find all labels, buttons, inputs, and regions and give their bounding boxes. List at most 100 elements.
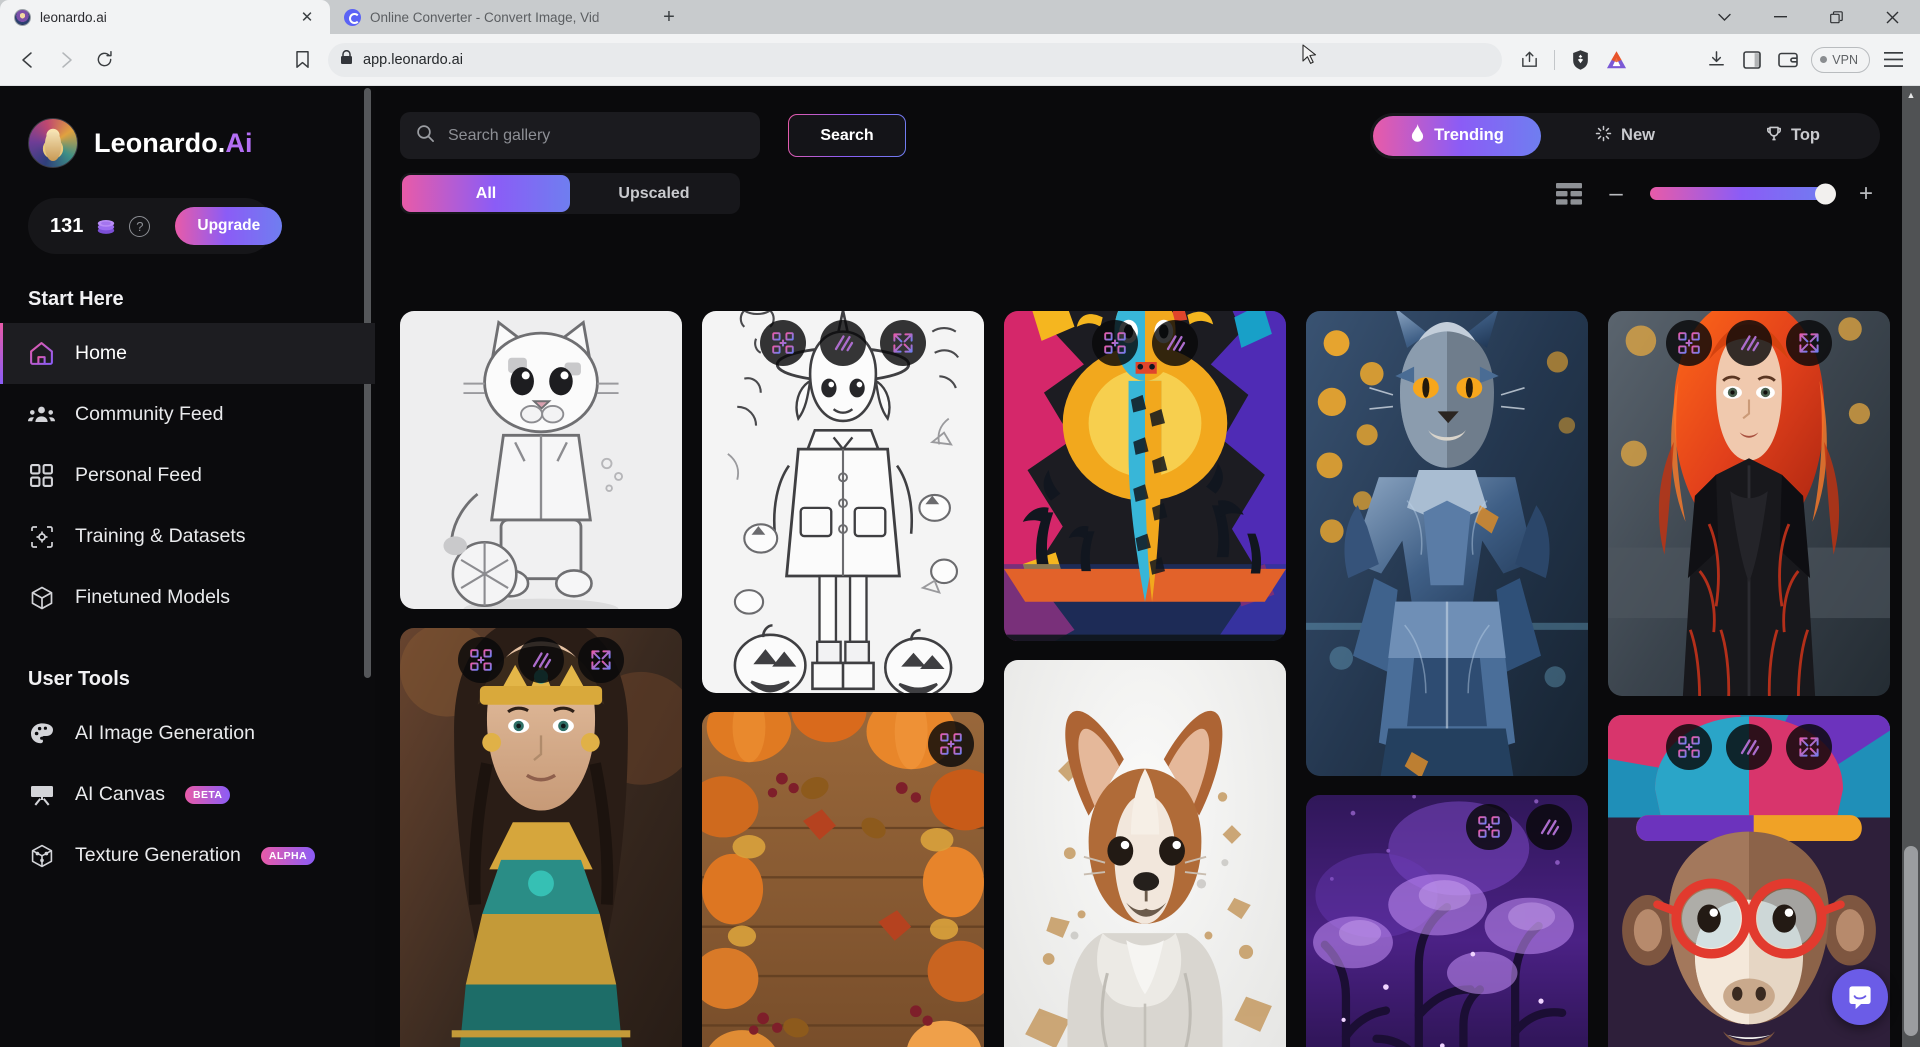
intercom-launcher[interactable] [1832,969,1888,1025]
brand-name: Leonardo.Ai [94,128,253,159]
back-button[interactable] [10,42,46,78]
community-icon [28,401,55,428]
leonardo-favicon [14,9,31,26]
search-icon [416,124,435,148]
scrollbar-thumb[interactable] [1904,846,1918,1036]
tab-top[interactable]: Top [1709,116,1877,156]
brave-shields-icon[interactable] [1563,43,1597,77]
gallery-card-pumpkin-wreath[interactable] [702,712,984,1047]
vpn-button[interactable]: VPN [1811,47,1870,73]
filter-tabs: Trending New Top [1370,113,1880,159]
page-scrollbar[interactable]: ▲ [1902,86,1920,1047]
grid-icon [28,462,55,489]
browser-tab-strip: leonardo.ai ✕ Online Converter - Convert… [0,0,1920,34]
sidebar-panel-icon[interactable] [1735,43,1769,77]
brand-name-suffix: Ai [225,128,252,158]
expand-icon[interactable] [1786,320,1832,366]
gallery-card-witch-girl[interactable] [702,311,984,693]
tab-label: New [1621,126,1655,145]
tab-trending[interactable]: Trending [1373,116,1541,156]
sidebar-section-user-tools: User Tools [0,668,375,691]
url-bar[interactable]: app.leonardo.ai [328,43,1502,77]
expand-icon[interactable] [1786,724,1832,770]
wallet-icon[interactable] [1771,43,1805,77]
motion-icon[interactable] [518,637,564,683]
upscale-icon[interactable] [1666,724,1712,770]
sidebar-item-community-feed[interactable]: Community Feed [0,384,375,445]
new-tab-button[interactable]: + [654,2,684,32]
search-input[interactable] [448,127,744,145]
app-sidebar: Leonardo.Ai 131 ? Upgrade Start Here Hom… [0,86,375,1047]
browser-menu-icon[interactable] [1876,43,1910,77]
sidebar-item-personal-feed[interactable]: Personal Feed [0,445,375,506]
gallery-card-cat-hoodie[interactable] [400,311,682,609]
upscale-icon[interactable] [1466,804,1512,850]
forward-button[interactable] [48,42,84,78]
sidebar-item-home[interactable]: Home [0,323,375,384]
gallery-card-redhead-woman[interactable] [1608,311,1890,696]
sidebar-item-ai-canvas[interactable]: AI Canvas BETA [0,764,375,825]
search-button[interactable]: Search [788,114,906,157]
upscale-icon[interactable] [928,721,974,767]
upscale-icon[interactable] [458,637,504,683]
zoom-slider-knob[interactable] [1815,183,1836,204]
motion-icon[interactable] [820,320,866,366]
gallery-card-armored-cat[interactable] [1306,311,1588,776]
upgrade-button[interactable]: Upgrade [175,207,282,245]
sidebar-item-finetuned-models[interactable]: Finetuned Models [0,567,375,628]
lock-icon [340,50,353,70]
expand-icon[interactable] [578,637,624,683]
motion-icon[interactable] [1726,320,1772,366]
share-icon[interactable] [1512,43,1546,77]
sidebar-item-label: Home [75,342,127,365]
tab-search-button[interactable] [1696,0,1752,34]
url-text: app.leonardo.ai [363,52,1490,68]
motion-icon[interactable] [1526,804,1572,850]
motion-icon[interactable] [1152,320,1198,366]
tab-new[interactable]: New [1541,116,1709,156]
brand-name-main: Leonardo. [94,128,225,158]
upscale-icon[interactable] [760,320,806,366]
image-gallery [400,311,1890,1047]
browser-tab-converter[interactable]: Online Converter - Convert Image, Vid [330,0,648,34]
card-overlay-actions [928,721,974,767]
card-image [1608,311,1890,696]
sidebar-item-label: Finetuned Models [75,586,230,609]
zoom-slider[interactable] [1650,187,1832,200]
tab-close-button[interactable]: ✕ [296,6,318,28]
coin-icon [94,215,118,237]
card-overlay-actions [1666,724,1832,770]
brand-logo-block[interactable]: Leonardo.Ai [0,114,375,172]
search-field-wrapper[interactable] [400,112,760,159]
easel-icon [28,781,55,808]
expand-icon[interactable] [880,320,926,366]
sidebar-item-label: Community Feed [75,403,223,426]
sidebar-nav-user-tools: AI Image Generation AI Canvas BETA Textu… [0,703,375,886]
leonardo-logo-icon [28,118,78,168]
gallery-card-giraffe-pop[interactable] [1004,311,1286,641]
upscale-icon[interactable] [1092,320,1138,366]
bookmark-icon[interactable] [284,42,320,78]
grid-density-icon[interactable] [1556,183,1582,205]
scroll-up-arrow[interactable]: ▲ [1902,86,1920,104]
help-icon[interactable]: ? [129,216,150,237]
restore-button[interactable] [1808,0,1864,34]
minimize-button[interactable] [1752,0,1808,34]
browser-tab-leonardo[interactable]: leonardo.ai ✕ [0,0,330,34]
brave-rewards-bat-icon[interactable] [1599,43,1633,77]
segment-all[interactable]: All [402,175,570,212]
downloads-icon[interactable] [1699,43,1733,77]
motion-icon[interactable] [1726,724,1772,770]
sidebar-item-training-datasets[interactable]: Training & Datasets [0,506,375,567]
segment-upscaled[interactable]: Upscaled [570,175,738,212]
sidebar-item-ai-image-generation[interactable]: AI Image Generation [0,703,375,764]
zoom-out-button[interactable]: – [1606,180,1626,208]
close-button[interactable] [1864,0,1920,34]
reload-button[interactable] [86,42,122,78]
gallery-card-chihuahua[interactable] [1004,660,1286,1047]
gallery-card-purple-forest[interactable] [1306,795,1588,1047]
gallery-card-golden-queen[interactable] [400,628,682,1047]
zoom-in-button[interactable]: + [1856,180,1876,208]
sidebar-item-texture-generation[interactable]: Texture Generation ALPHA [0,825,375,886]
upscale-icon[interactable] [1666,320,1712,366]
